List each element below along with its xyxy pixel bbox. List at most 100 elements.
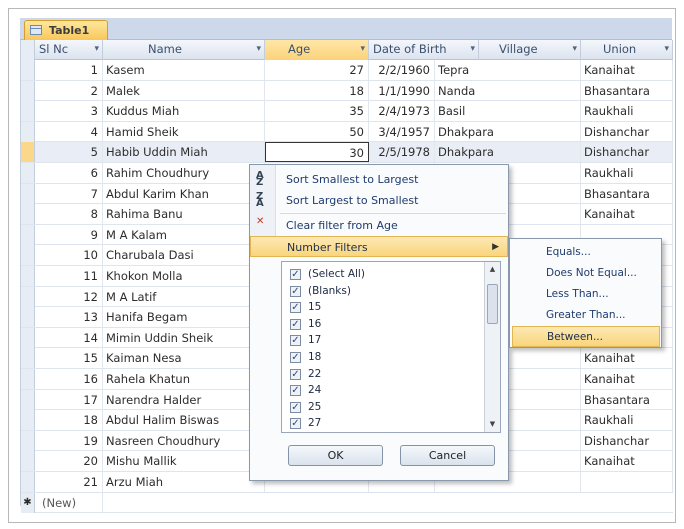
cell-village[interactable]: Tepra (435, 60, 581, 80)
cell-sl[interactable]: 19 (35, 430, 103, 451)
cell-sl[interactable]: 9 (35, 224, 103, 245)
row-selector[interactable] (21, 142, 35, 163)
cell-dob[interactable]: 2/2/1960 (369, 60, 435, 80)
cell-sl[interactable]: 12 (35, 286, 103, 307)
cell-name[interactable]: Hanifa Begam (103, 307, 265, 328)
row-selector[interactable] (21, 451, 35, 472)
cancel-button[interactable]: Cancel (400, 445, 495, 466)
equals-item[interactable]: Equals... (512, 242, 660, 263)
filter-list-scrollbar[interactable]: ▲ ▼ (484, 262, 500, 432)
sort-descending-item[interactable]: ZA Sort Largest to Smallest (250, 190, 508, 211)
cell-age[interactable]: 30 (265, 142, 369, 163)
cell-sl[interactable]: 17 (35, 389, 103, 410)
column-header-age[interactable]: Age ▾ (265, 40, 369, 60)
cell-name[interactable]: Narendra Halder (103, 389, 265, 410)
cell-union[interactable]: Kanaihat (581, 369, 673, 389)
filter-value-list[interactable]: ✓ (Select All) ✓ (Blanks) ✓ 15 ✓ 16 ✓ 17 ✓ 18 ✓ 22 ✓ 24… (281, 261, 501, 433)
cell-sl[interactable]: 10 (35, 245, 103, 266)
cell-sl[interactable]: 1 (35, 60, 103, 80)
cell-village[interactable]: Nanda (435, 80, 581, 101)
row-selector[interactable] (21, 327, 35, 348)
cell-union[interactable]: Kanaihat (581, 204, 673, 225)
cell-name[interactable]: Kuddus Miah (103, 101, 265, 122)
cell-name[interactable]: Rahima Banu (103, 204, 265, 225)
cell-age[interactable]: 18 (265, 80, 369, 101)
cell-name[interactable]: Khokon Molla (103, 266, 265, 286)
cell-sl[interactable]: 20 (35, 451, 103, 472)
cell-age[interactable]: 35 (265, 101, 369, 122)
scroll-thumb[interactable] (487, 284, 498, 324)
tab-table1[interactable]: Table1 (24, 20, 108, 40)
cell-sl[interactable]: 5 (35, 142, 103, 163)
column-header-name[interactable]: Name ▾ (103, 40, 265, 60)
cell-age[interactable]: 50 (265, 121, 369, 142)
cell-sl[interactable]: 7 (35, 183, 103, 204)
scroll-down-icon[interactable]: ▼ (485, 417, 500, 432)
cell-union[interactable]: Bhasantara (581, 80, 673, 101)
cell-sl[interactable]: 8 (35, 204, 103, 225)
cell-sl[interactable]: 15 (35, 348, 103, 369)
clear-filter-item[interactable]: ✕ Clear filter from Age (250, 215, 508, 236)
sort-ascending-item[interactable]: AZ Sort Smallest to Largest (250, 169, 508, 190)
cell-name[interactable]: Kaiman Nesa (103, 348, 265, 369)
row-selector[interactable] (21, 101, 35, 122)
row-selector[interactable] (21, 307, 35, 328)
checkbox-checked-icon[interactable]: ✓ (290, 385, 301, 397)
cell-union[interactable]: Kanaihat (581, 451, 673, 472)
cell-sl[interactable]: 6 (35, 163, 103, 183)
scroll-up-icon[interactable]: ▲ (485, 262, 500, 277)
cell-name[interactable]: Rahim Choudhury (103, 163, 265, 183)
cell-union[interactable]: Dishanchar (581, 142, 673, 163)
table-row[interactable]: 1 Kasem 27 2/2/1960 Tepra Kanaihat (21, 60, 673, 81)
new-record-label[interactable]: (New) (39, 492, 103, 513)
cell-sl[interactable]: 11 (35, 266, 103, 286)
row-selector[interactable] (21, 472, 35, 492)
cell-name[interactable]: Mimin Uddin Sheik (103, 327, 265, 348)
number-filters-item[interactable]: Number Filters ▶ (250, 236, 508, 257)
cell-sl[interactable]: 21 (35, 472, 103, 492)
cell-dob[interactable]: 2/4/1973 (369, 101, 435, 122)
new-record-row[interactable]: ✱ (New) (21, 492, 673, 514)
cell-sl[interactable]: 2 (35, 80, 103, 101)
cell-name[interactable]: Abdul Karim Khan (103, 183, 265, 204)
cell-name[interactable]: Malek (103, 80, 265, 101)
column-header-sl[interactable]: Sl Nc ▾ (35, 40, 103, 60)
cell-dob[interactable]: 2/5/1978 (369, 142, 435, 163)
between-item[interactable]: Between... (512, 326, 660, 347)
cell-union[interactable]: Raukhali (581, 410, 673, 431)
row-selector[interactable] (21, 369, 35, 389)
cell-village[interactable]: Dhakpara (435, 121, 581, 142)
cell-sl[interactable]: 16 (35, 369, 103, 389)
row-selector[interactable] (21, 204, 35, 225)
row-selector[interactable] (21, 286, 35, 307)
checkbox-checked-icon[interactable]: ✓ (290, 285, 301, 297)
checkbox-checked-icon[interactable]: ✓ (290, 368, 301, 380)
less-than-item[interactable]: Less Than... (512, 284, 660, 305)
checkbox-checked-icon[interactable]: ✓ (290, 302, 301, 314)
checkbox-checked-icon[interactable]: ✓ (290, 401, 301, 413)
row-selector[interactable] (21, 266, 35, 286)
cell-name[interactable]: Kasem (103, 60, 265, 80)
cell-village[interactable]: Dhakpara (435, 142, 581, 163)
row-selector[interactable] (21, 121, 35, 142)
does-not-equal-item[interactable]: Does Not Equal... (512, 263, 660, 284)
cell-name[interactable]: M A Kalam (103, 224, 265, 245)
cell-name[interactable]: Mishu Mallik (103, 451, 265, 472)
cell-union[interactable]: Raukhali (581, 163, 673, 183)
row-selector[interactable] (21, 348, 35, 369)
checkbox-checked-icon[interactable]: ✓ (290, 352, 301, 363)
sort-dropdown-icon[interactable]: ▾ (470, 40, 475, 59)
greater-than-item[interactable]: Greater Than... (512, 305, 660, 326)
cell-name[interactable]: Rahela Khatun (103, 369, 265, 389)
cell-name[interactable]: Charubala Dasi (103, 245, 265, 266)
cell-union[interactable] (581, 472, 673, 492)
row-selector[interactable] (21, 410, 35, 431)
cell-union[interactable]: Bhasantara (581, 389, 673, 410)
row-selector[interactable] (21, 163, 35, 183)
checkbox-checked-icon[interactable]: ✓ (290, 318, 301, 330)
column-header-union[interactable]: Union ▾ (581, 40, 673, 60)
row-selector[interactable] (21, 183, 35, 204)
checkbox-checked-icon[interactable]: ✓ (290, 418, 301, 430)
ok-button[interactable]: OK (288, 445, 383, 466)
row-selector[interactable] (21, 60, 35, 80)
